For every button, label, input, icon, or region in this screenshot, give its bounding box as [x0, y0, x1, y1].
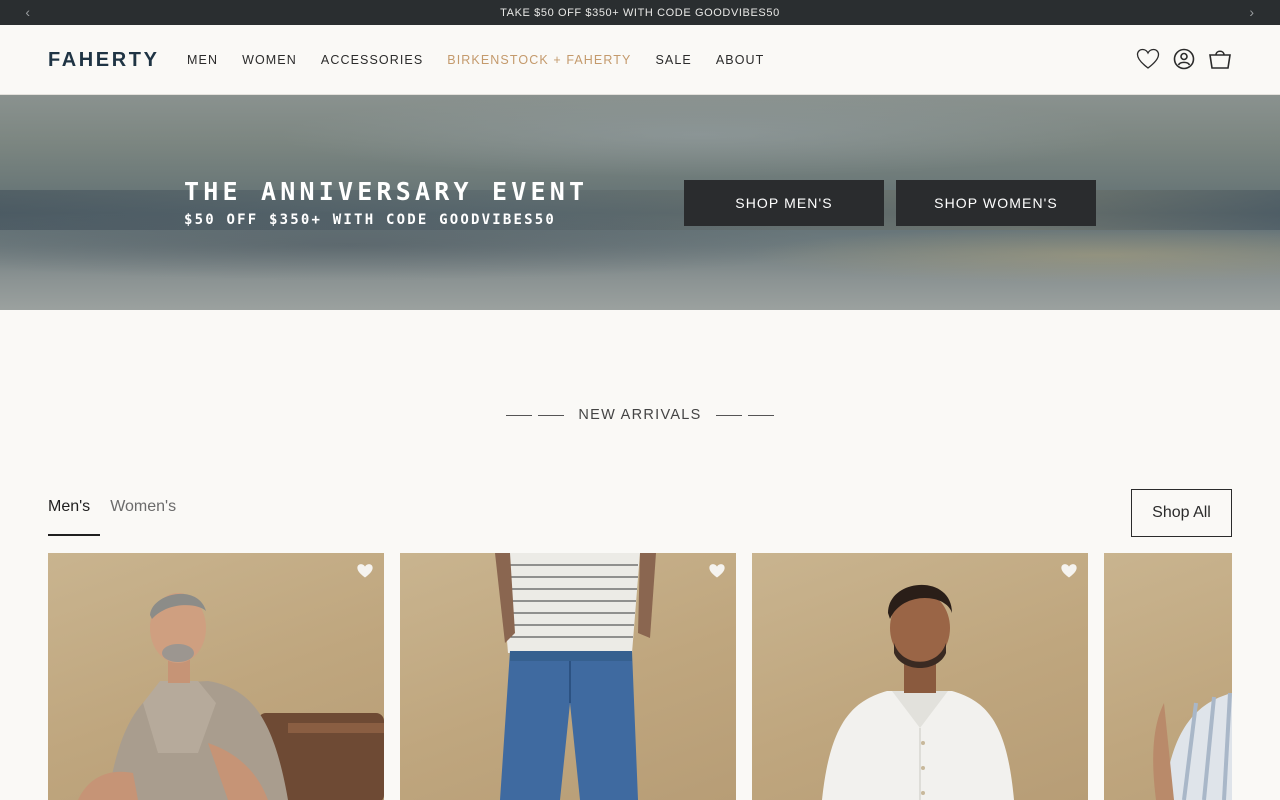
heart-icon[interactable] — [1136, 47, 1160, 71]
logo[interactable]: FAHERTY — [48, 49, 160, 72]
nav-women[interactable]: WOMEN — [242, 53, 297, 67]
hero-banner: THE ANNIVERSARY EVENT $50 OFF $350+ WITH… — [0, 95, 1280, 310]
bag-icon[interactable] — [1208, 47, 1232, 71]
shop-womens-button[interactable]: SHOP WOMEN'S — [896, 180, 1096, 226]
account-icon[interactable] — [1172, 47, 1196, 71]
gender-tabs: Men's Women's — [48, 498, 176, 536]
new-arrivals-heading: NEW ARRIVALS — [0, 407, 1280, 423]
product-card[interactable] — [400, 553, 736, 800]
nav-birkenstock-faherty[interactable]: BIRKENSTOCK + FAHERTY — [447, 53, 631, 67]
heart-icon[interactable] — [356, 563, 374, 581]
announcement-bar: ‹ TAKE $50 OFF $350+ WITH CODE GOODVIBES… — [0, 0, 1280, 25]
shop-all-button[interactable]: Shop All — [1131, 489, 1232, 537]
new-arrivals-title: NEW ARRIVALS — [578, 407, 702, 423]
divider — [506, 413, 565, 417]
product-image-man-striped-short-sleeve — [1153, 692, 1232, 800]
chevron-left-icon[interactable]: ‹ — [20, 4, 36, 20]
hero-subtitle: $50 OFF $350+ WITH CODE GOODVIBES50 — [184, 212, 557, 228]
product-image-man-striped-tee-jeans — [495, 553, 656, 800]
hero-title: THE ANNIVERSARY EVENT — [184, 177, 589, 206]
shop-mens-button[interactable]: SHOP MEN'S — [684, 180, 884, 226]
tab-mens[interactable]: Men's — [48, 498, 101, 536]
product-card[interactable] — [48, 553, 384, 800]
site-header: FAHERTY MEN WOMEN ACCESSORIES BIRKENSTOC… — [0, 25, 1280, 95]
announcement-text: TAKE $50 OFF $350+ WITH CODE GOODVIBES50 — [500, 6, 780, 19]
heart-icon[interactable] — [708, 563, 726, 581]
chevron-right-icon[interactable]: › — [1244, 4, 1260, 20]
product-carousel — [48, 553, 1232, 800]
nav-accessories[interactable]: ACCESSORIES — [321, 53, 423, 67]
nav-men[interactable]: MEN — [187, 53, 218, 67]
nav-about[interactable]: ABOUT — [716, 53, 765, 67]
header-icons — [1136, 47, 1232, 71]
product-card[interactable] — [752, 553, 1088, 800]
divider — [715, 413, 774, 417]
product-image-man-white-shirt — [822, 584, 1014, 800]
tab-womens[interactable]: Women's — [110, 498, 176, 536]
product-image-man-linen-shirt-seated — [78, 593, 384, 800]
main-nav: MEN WOMEN ACCESSORIES BIRKENSTOCK + FAHE… — [187, 53, 788, 67]
product-card[interactable] — [1104, 553, 1232, 800]
nav-sale[interactable]: SALE — [655, 53, 691, 67]
heart-icon[interactable] — [1060, 563, 1078, 581]
